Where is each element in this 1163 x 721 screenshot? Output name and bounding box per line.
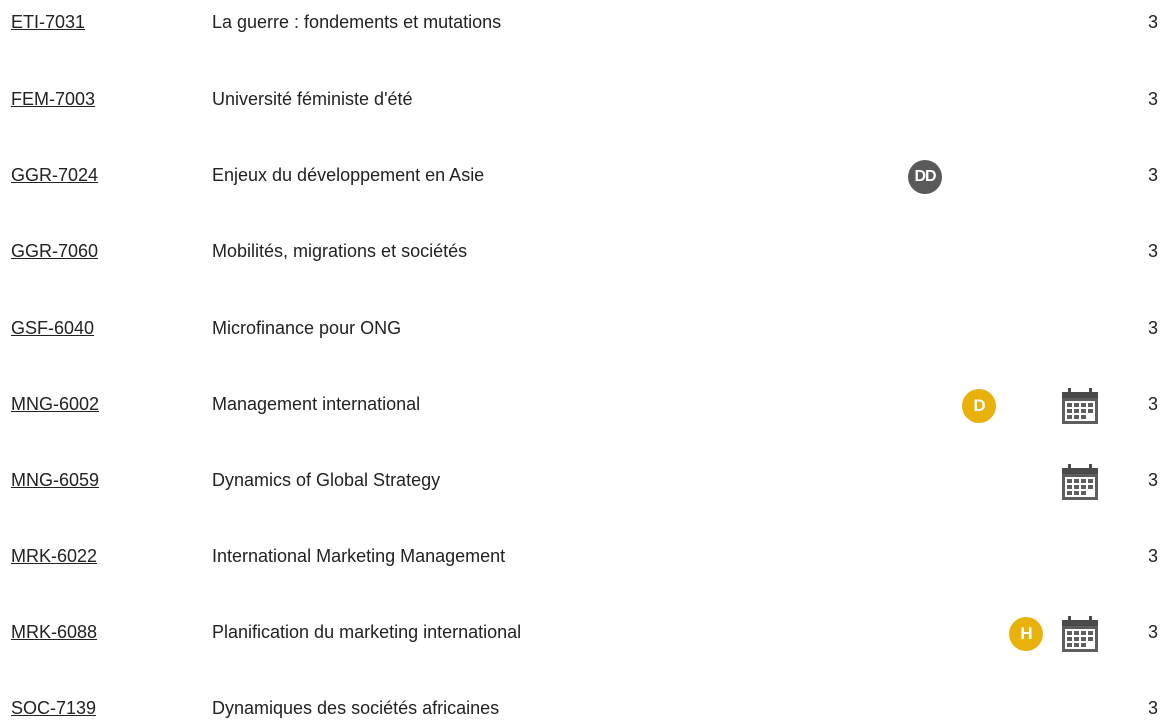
table-row: GGR-7024 Enjeux du développement en Asie… <box>0 157 1163 197</box>
table-row: GSF-6040 Microfinance pour ONG 3 <box>0 310 1163 350</box>
course-credits: 3 <box>1147 622 1158 642</box>
course-title: Planification du marketing international <box>212 622 522 642</box>
course-title: La guerre : fondements et mutations <box>212 12 502 32</box>
course-title: Dynamics of Global Strategy <box>212 470 441 490</box>
course-title: Microfinance pour ONG <box>212 318 402 338</box>
h-badge: H <box>1009 617 1043 651</box>
calendar-icon[interactable] <box>1059 386 1101 426</box>
course-credits: 3 <box>1147 394 1158 414</box>
course-title: Enjeux du développement en Asie <box>212 165 485 185</box>
course-code-link[interactable]: FEM-7003 <box>11 89 95 110</box>
course-title: International Marketing Management <box>212 546 506 566</box>
course-code-link[interactable]: GSF-6040 <box>11 318 94 339</box>
course-code-link[interactable]: ETI-7031 <box>11 12 85 33</box>
course-code-link[interactable]: GGR-7060 <box>11 241 98 262</box>
table-row: GGR-7060 Mobilités, migrations et sociét… <box>0 233 1163 273</box>
course-code-link[interactable]: MRK-6088 <box>11 622 97 643</box>
table-row: MNG-6059 Dynamics of Global Strategy 3 <box>0 462 1163 502</box>
d-badge: D <box>962 389 996 423</box>
course-credits: 3 <box>1147 470 1158 490</box>
course-credits: 3 <box>1147 546 1158 566</box>
course-code-link[interactable]: SOC-7139 <box>11 698 96 719</box>
course-title: Université féministe d'été <box>212 89 413 109</box>
course-code-link[interactable]: MNG-6002 <box>11 394 99 415</box>
calendar-icon[interactable] <box>1059 614 1101 654</box>
course-credits: 3 <box>1147 698 1158 718</box>
course-code-link[interactable]: GGR-7024 <box>11 165 98 186</box>
course-code-link[interactable]: MRK-6022 <box>11 546 97 567</box>
table-row: MRK-6088 Planification du marketing inte… <box>0 614 1163 654</box>
course-title: Management international <box>212 394 421 414</box>
course-title: Mobilités, migrations et sociétés <box>212 241 468 261</box>
table-row: MRK-6022 International Marketing Managem… <box>0 538 1163 578</box>
table-row: SOC-7139 Dynamiques des sociétés africai… <box>0 690 1163 721</box>
dd-badge: DD <box>908 160 942 194</box>
table-row: ETI-7031 La guerre : fondements et mutat… <box>0 4 1163 44</box>
table-row: FEM-7003 Université féministe d'été 3 <box>0 81 1163 121</box>
calendar-icon[interactable] <box>1059 462 1101 502</box>
table-row: MNG-6002 Management international D 3 <box>0 386 1163 426</box>
course-credits: 3 <box>1147 89 1158 109</box>
course-title: Dynamiques des sociétés africaines <box>212 698 500 718</box>
course-credits: 3 <box>1147 12 1158 32</box>
course-credits: 3 <box>1147 318 1158 338</box>
course-code-link[interactable]: MNG-6059 <box>11 470 99 491</box>
course-credits: 3 <box>1147 165 1158 185</box>
course-credits: 3 <box>1147 241 1158 261</box>
